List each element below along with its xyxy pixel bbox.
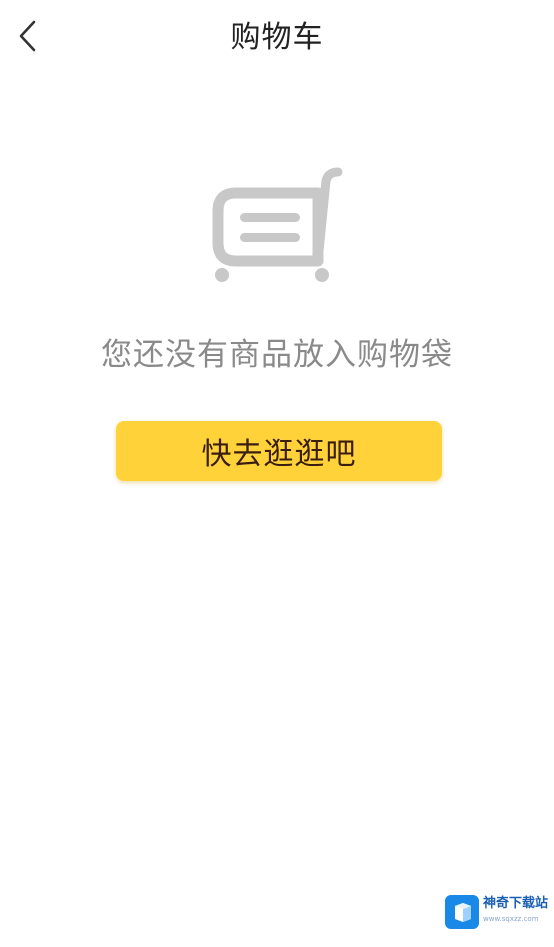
watermark-site-name: 神奇下载站 — [483, 896, 549, 911]
page-title: 购物车 — [230, 20, 324, 55]
watermark-logo-icon — [445, 895, 479, 929]
go-shopping-button[interactable]: 快去逛逛吧 — [116, 421, 442, 481]
watermark-site-url: www.sqxzz.com — [483, 915, 539, 923]
shopping-cart-icon — [212, 167, 343, 282]
site-watermark: 神奇下载站 www.sqxzz.com — [445, 893, 553, 933]
empty-cart-message: 您还没有商品放入购物袋 — [101, 337, 453, 373]
header-bar: 购物车 — [0, 0, 554, 72]
